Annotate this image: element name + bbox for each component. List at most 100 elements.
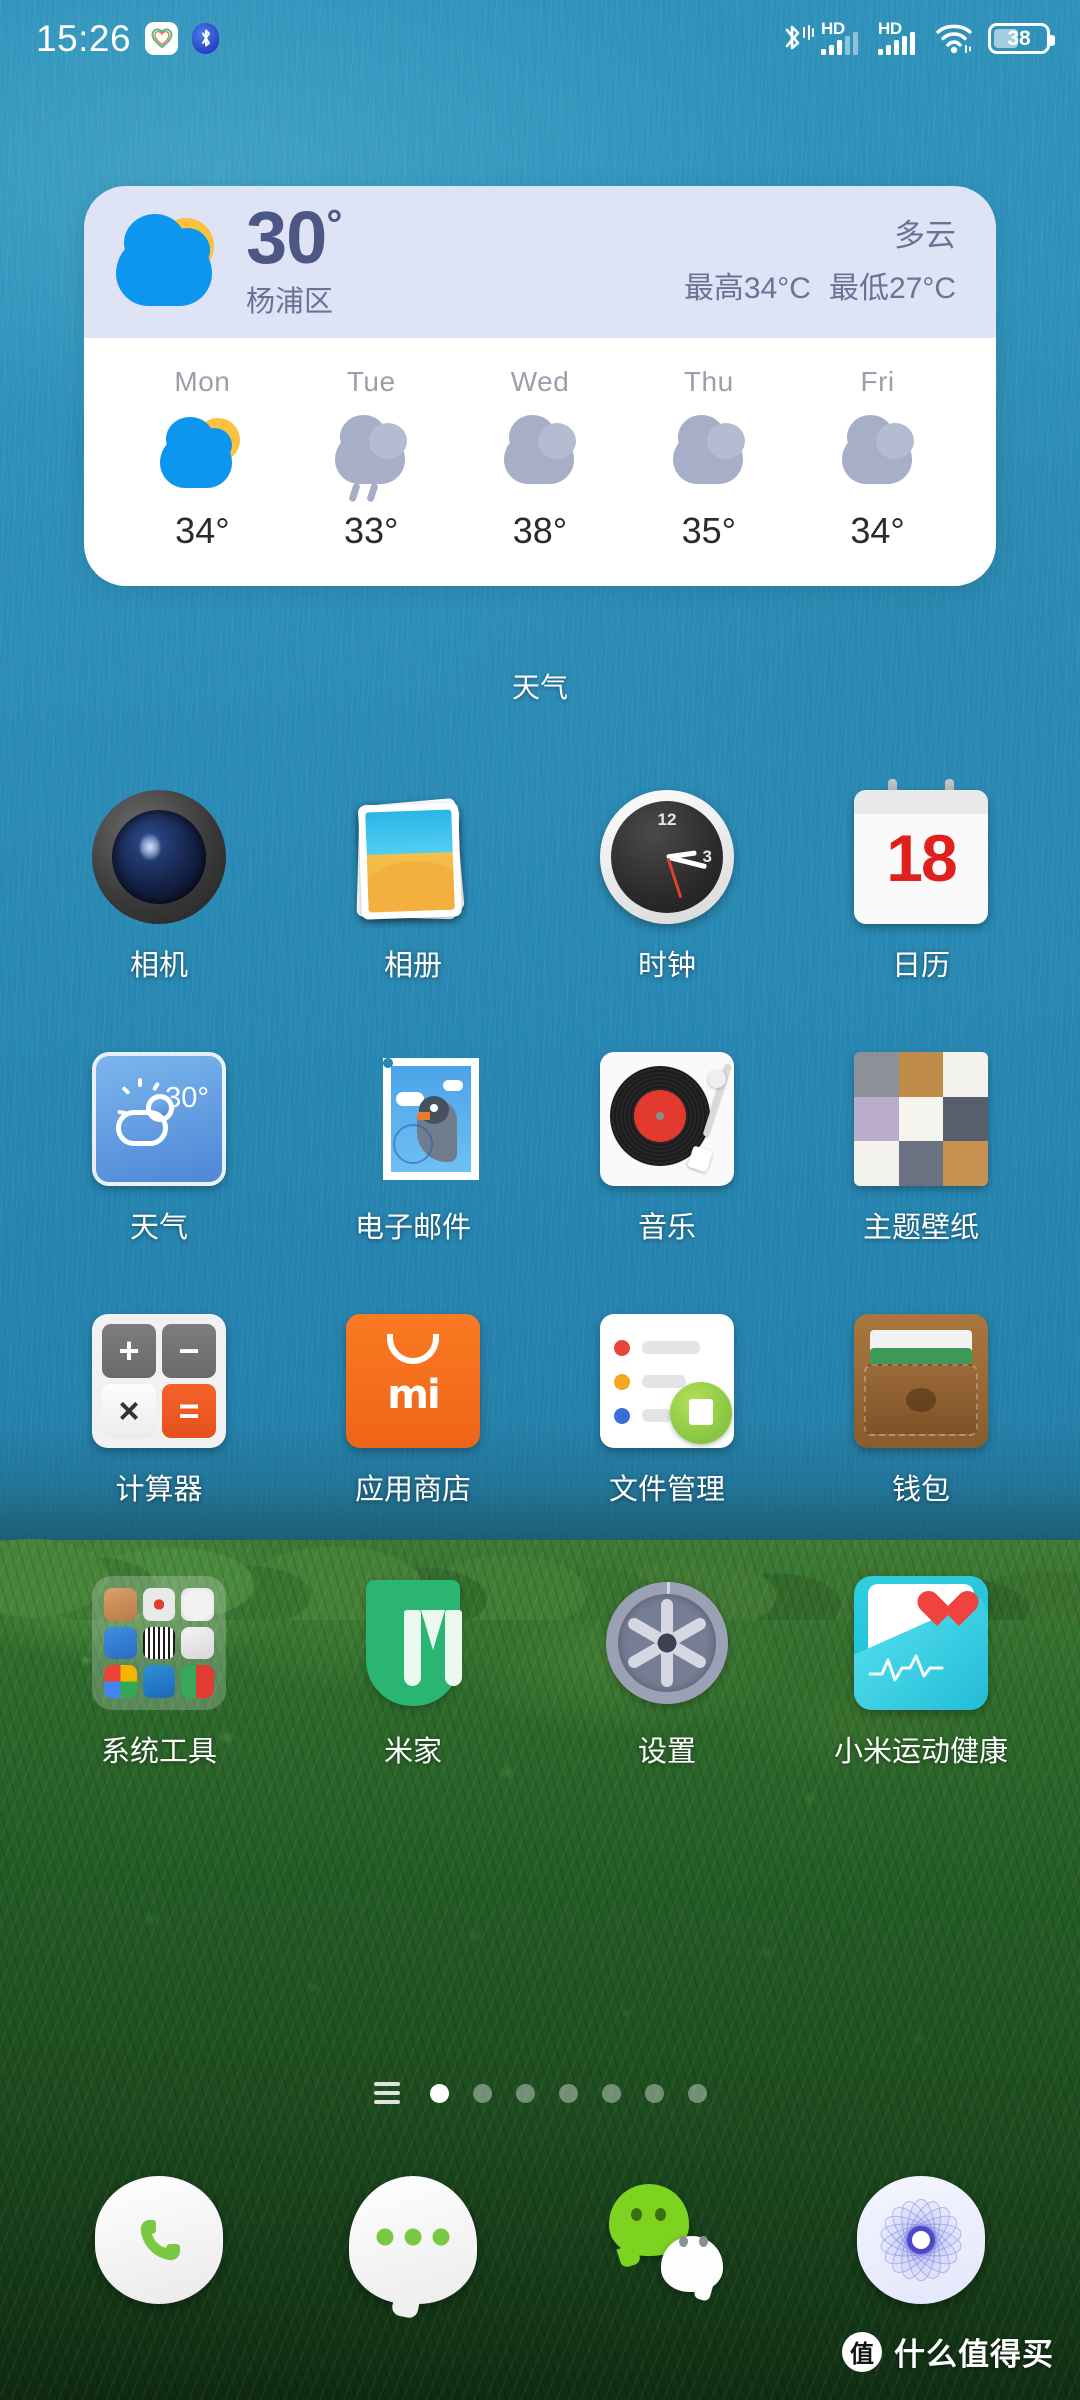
weather-forecast-row: Mon 34° Tue 33° Wed 38° Thu 35° Fri 34° bbox=[118, 366, 962, 552]
page-dot-6[interactable] bbox=[644, 2083, 664, 2103]
scanner-mini-icon bbox=[142, 1626, 176, 1660]
dock-item-browser[interactable] bbox=[794, 2176, 1048, 2304]
app-music[interactable]: 音乐 bbox=[540, 1052, 794, 1246]
weather-forecast-body[interactable]: Mon 34° Tue 33° Wed 38° Thu 35° Fri 34° bbox=[84, 338, 996, 586]
forecast-day-name: Tue bbox=[346, 366, 396, 397]
app-gallery[interactable]: 相册 bbox=[286, 790, 540, 984]
cloud-shape bbox=[116, 214, 212, 306]
system-tools-folder-icon bbox=[92, 1576, 226, 1710]
app-clock[interactable]: 12 3 时钟 bbox=[540, 790, 794, 984]
calc-key-plus: + bbox=[102, 1324, 156, 1378]
weather-high: 最高34°C bbox=[683, 272, 811, 306]
app-settings[interactable]: 设置 bbox=[540, 1576, 794, 1770]
signal-sim1: HD bbox=[821, 19, 863, 55]
partly-cloudy-icon bbox=[110, 214, 228, 308]
themes-wallpaper-icon bbox=[854, 1052, 988, 1186]
forecast-day-name: Thu bbox=[683, 366, 734, 397]
app-mi-fitness[interactable]: 小米运动健康 bbox=[794, 1576, 1048, 1770]
weather-high-low: 最高34°C 最低27°C bbox=[684, 263, 956, 307]
calendar-icon: 18 bbox=[854, 779, 988, 924]
status-bar-left: 15:26 bbox=[36, 17, 220, 59]
app-row: 相机 相册 12 3 时钟 18 日历 bbox=[0, 779, 1080, 984]
page-dot-7[interactable] bbox=[687, 2083, 707, 2103]
battery-indicator: 38 bbox=[988, 22, 1055, 54]
status-bar-right: HD HD 38 bbox=[780, 19, 1055, 55]
forecast-day[interactable]: Thu 35° bbox=[624, 366, 793, 552]
forecast-day-temp: 35° bbox=[681, 510, 737, 551]
forecast-day[interactable]: Fri 34° bbox=[793, 366, 962, 552]
app-label: 天气 bbox=[129, 1212, 188, 1244]
calc-key-equals: = bbox=[162, 1384, 216, 1438]
app-label: 主题壁纸 bbox=[862, 1212, 979, 1244]
clock-icon: 12 3 bbox=[600, 790, 734, 924]
file-manager-icon bbox=[600, 1314, 734, 1448]
weather-condition-block: 多云 最高34°C 最低27°C bbox=[684, 217, 956, 308]
page-dot-1[interactable] bbox=[429, 2083, 449, 2103]
clock-mark-12: 12 bbox=[657, 810, 677, 829]
status-bar-clock: 15:26 bbox=[36, 17, 132, 59]
bluetooth-audio-icon bbox=[780, 21, 814, 55]
dock-item-phone[interactable] bbox=[32, 2176, 286, 2304]
weather-widget-header[interactable]: 30° 杨浦区 多云 最高34°C 最低27°C bbox=[84, 186, 996, 338]
signal-bars-sim2 bbox=[878, 32, 915, 55]
app-mijia[interactable]: 米家 bbox=[286, 1576, 540, 1770]
status-bar: 15:26 HD HD 38 bbox=[0, 0, 1080, 76]
app-row: 系统工具 米家 设置 小米运动健康 bbox=[0, 1576, 1080, 1770]
app-calendar[interactable]: 18 日历 bbox=[794, 779, 1048, 984]
camera-icon bbox=[92, 790, 226, 924]
browser-flower-icon bbox=[857, 2176, 985, 2304]
wifi-icon bbox=[935, 22, 973, 54]
google-mini-icon bbox=[104, 1665, 137, 1698]
forecast-day[interactable]: Tue 33° bbox=[287, 366, 456, 552]
app-file-manager[interactable]: 文件管理 bbox=[540, 1314, 794, 1508]
dock-item-wechat[interactable] bbox=[540, 2176, 794, 2304]
dock-item-messages[interactable] bbox=[286, 2176, 540, 2304]
app-list-icon[interactable] bbox=[373, 2082, 400, 2104]
cloudy-icon bbox=[663, 415, 755, 494]
app-themes[interactable]: 主题壁纸 bbox=[794, 1052, 1048, 1246]
forecast-day-temp: 34° bbox=[175, 510, 230, 551]
calendar-day-number: 18 bbox=[886, 821, 957, 895]
contacts-mini-icon bbox=[104, 1588, 137, 1621]
app-label: 相册 bbox=[383, 950, 442, 982]
forecast-day-temp: 33° bbox=[343, 510, 399, 551]
gallery-icon bbox=[346, 790, 480, 924]
app-label: 相机 bbox=[129, 950, 188, 982]
partly-cloudy-icon bbox=[156, 417, 248, 494]
cloudy-icon bbox=[494, 415, 586, 494]
app-label: 计算器 bbox=[115, 1474, 203, 1506]
forecast-day-name: Fri bbox=[860, 366, 895, 397]
cloudy-icon bbox=[832, 415, 924, 494]
battery-percent: 38 bbox=[1007, 26, 1031, 50]
app-wallet[interactable]: 钱包 bbox=[794, 1314, 1048, 1508]
app-label: 钱包 bbox=[891, 1474, 950, 1506]
forecast-day[interactable]: Mon 34° bbox=[118, 366, 287, 552]
security-mini-icon bbox=[104, 1626, 137, 1660]
downloads-mini-icon bbox=[181, 1626, 214, 1660]
page-dot-2[interactable] bbox=[472, 2083, 492, 2103]
page-dot-4[interactable] bbox=[558, 2083, 578, 2103]
app-weather[interactable]: 30° 天气 bbox=[32, 1052, 286, 1246]
app-email[interactable]: 电子邮件 bbox=[286, 1052, 540, 1246]
page-dot-5[interactable] bbox=[601, 2083, 621, 2103]
weather-widget[interactable]: 30° 杨浦区 多云 最高34°C 最低27°C Mon 34° Tue 33°… bbox=[84, 186, 996, 586]
message-bubble-icon bbox=[349, 2176, 477, 2304]
watermark-text: 什么值得买 bbox=[894, 2337, 1054, 2372]
music-turntable-icon bbox=[600, 1052, 734, 1186]
app-row: 30° 天气 电子邮件 音乐 主题壁纸 bbox=[0, 1052, 1080, 1246]
app-label: 应用商店 bbox=[354, 1474, 471, 1506]
app-camera[interactable]: 相机 bbox=[32, 790, 286, 984]
compass-mini-icon bbox=[181, 1588, 214, 1621]
page-indicator[interactable] bbox=[0, 2082, 1080, 2104]
app-label: 系统工具 bbox=[100, 1736, 217, 1768]
app-calculator[interactable]: + − × = 计算器 bbox=[32, 1314, 286, 1508]
weather-app-icon: 30° bbox=[92, 1052, 226, 1186]
forecast-day[interactable]: Wed 38° bbox=[456, 366, 625, 552]
mijia-icon bbox=[346, 1576, 480, 1710]
app-system-tools[interactable]: 系统工具 bbox=[32, 1576, 286, 1770]
notes-mini-icon bbox=[181, 1665, 214, 1698]
page-dot-3[interactable] bbox=[515, 2083, 535, 2103]
app-store[interactable]: mi 应用商店 bbox=[286, 1314, 540, 1508]
weather-low: 最低27°C bbox=[828, 272, 956, 306]
bluetooth-icon bbox=[192, 22, 220, 54]
